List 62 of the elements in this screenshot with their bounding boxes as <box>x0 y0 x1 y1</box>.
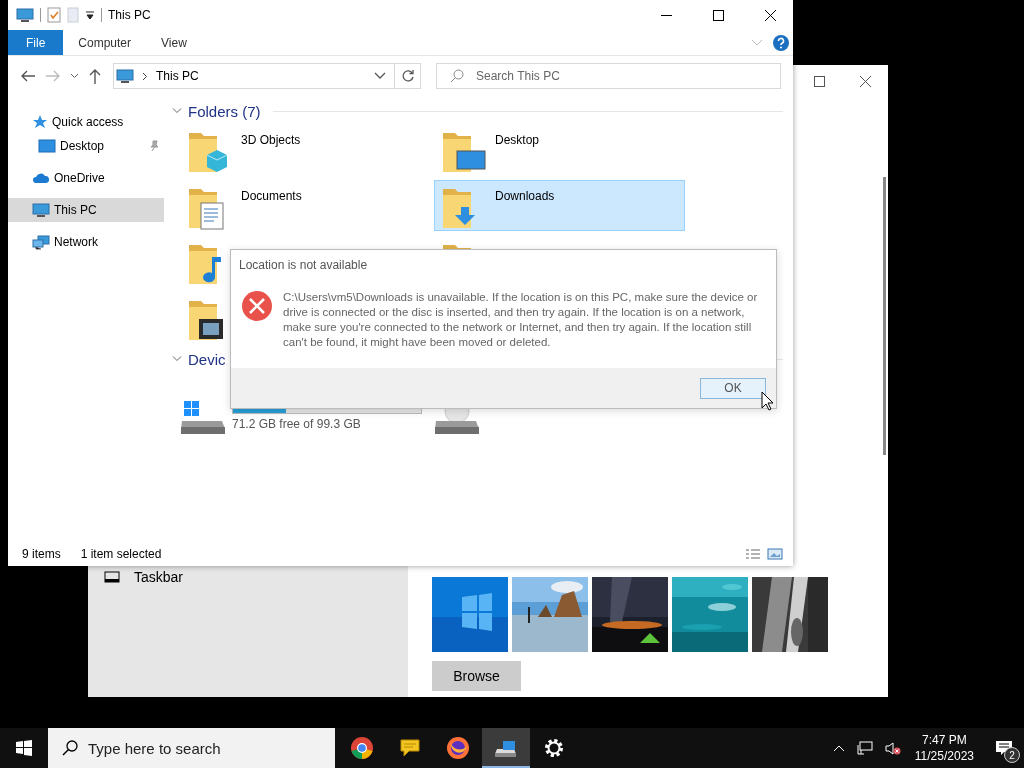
ribbon-tab[interactable]: Computer <box>63 30 147 55</box>
star-icon <box>32 114 48 130</box>
globe-icon <box>446 736 470 760</box>
notification-count: 2 <box>1004 747 1020 763</box>
browse-button[interactable]: Browse <box>432 661 521 691</box>
group-header[interactable]: Folders (7) <box>188 102 261 120</box>
computer-icon <box>32 202 50 218</box>
network-icon <box>32 234 50 250</box>
item-count: 9 items <box>22 547 61 561</box>
nav-item[interactable]: Network <box>8 230 164 254</box>
computer-icon <box>16 7 34 23</box>
refresh-icon <box>400 69 415 83</box>
clock-time[interactable]: 7:47 PM <box>922 732 967 748</box>
dialog-title: Location is not available <box>238 257 369 272</box>
search-icon <box>450 69 464 83</box>
back-icon[interactable] <box>20 69 36 83</box>
ok-button[interactable]: OK <box>700 377 766 399</box>
computer-icon <box>116 68 134 84</box>
selection-count: 1 item selected <box>80 547 162 561</box>
window-title: This PC <box>108 8 151 22</box>
recent-locations-icon[interactable] <box>70 73 79 79</box>
folder-item[interactable]: 3D Objects <box>180 124 306 175</box>
search-field[interactable]: Search This PC <box>436 63 781 89</box>
clock-date[interactable]: 11/25/2023 <box>914 748 974 764</box>
nav-item[interactable]: OneDrive <box>8 166 164 190</box>
error-icon <box>241 290 273 322</box>
dropdown-icon[interactable] <box>374 72 386 80</box>
free-space-text: 71.2 GB free of 99.3 GB <box>232 417 362 431</box>
properties-icon[interactable] <box>47 7 61 23</box>
help-icon[interactable] <box>773 34 789 51</box>
taskbar-search-field[interactable]: Type here to search <box>48 728 335 768</box>
ribbon-tab[interactable]: View <box>146 30 202 55</box>
chevron-right-icon <box>142 71 148 81</box>
refresh-button[interactable] <box>395 63 421 89</box>
browser-icon <box>350 736 374 760</box>
pin-icon[interactable] <box>148 140 160 152</box>
dropdown-icon[interactable] <box>85 10 95 20</box>
windows-logo-icon <box>16 740 32 756</box>
ribbon-tab[interactable]: File <box>8 30 64 55</box>
address-bar[interactable]: This PC <box>113 63 395 89</box>
folder-item[interactable]: Documents <box>180 180 307 231</box>
search-icon <box>62 740 78 756</box>
nav-item[interactable]: Quick access <box>8 110 164 134</box>
folder-item[interactable]: Desktop <box>434 124 545 175</box>
cloud-icon <box>32 172 50 184</box>
up-icon[interactable] <box>88 68 102 84</box>
address-text: This PC <box>156 69 199 83</box>
show-hidden-icons-icon[interactable] <box>832 744 845 752</box>
error-message: C:\Users\vm5\Downloads is unavailable. If the location is on this PC, make sure the device or drive is connected or the disc is inserted, and then try again. If the location is on a network, make sure you're connected to the network or Internet, and then try again. If the location still can't be found, it might have been moved or deleted. <box>283 290 759 350</box>
action-center-button[interactable]: 2 <box>984 728 1024 768</box>
folder-item[interactable]: Downloads <box>434 180 685 231</box>
scrollbar[interactable] <box>883 177 886 455</box>
nav-item[interactable]: This PC <box>8 198 164 222</box>
taskbar-app-button[interactable] <box>482 728 530 768</box>
nav-item[interactable]: Desktop <box>8 134 164 158</box>
group-header[interactable]: Devic <box>188 350 226 368</box>
gear-icon <box>542 736 566 760</box>
sidebar-item[interactable]: Taskbar <box>88 565 408 589</box>
volume-muted-icon[interactable] <box>884 741 901 755</box>
desktop-icon <box>38 139 56 153</box>
network-icon[interactable] <box>856 741 873 755</box>
taskbar-icon <box>104 571 120 583</box>
